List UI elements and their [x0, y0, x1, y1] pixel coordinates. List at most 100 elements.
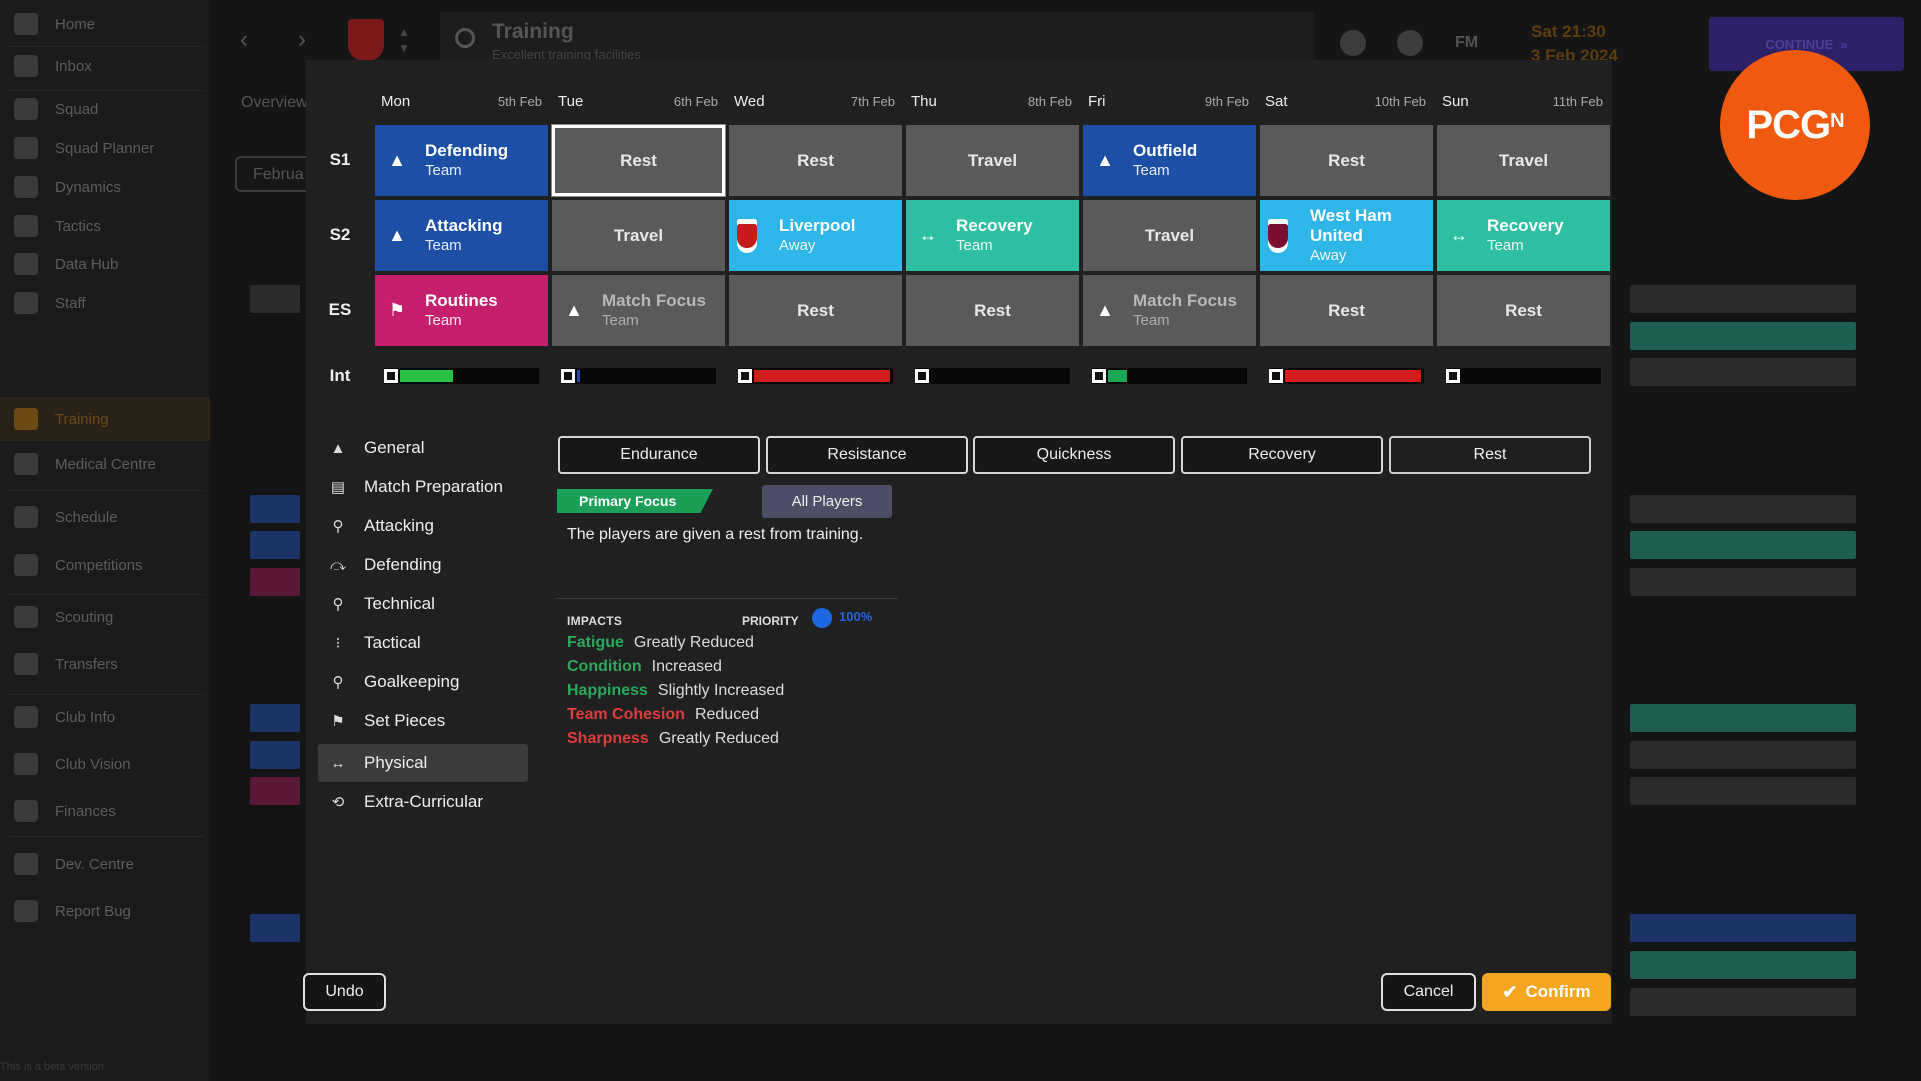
row-label-s2: S2 — [329, 225, 351, 244]
undo-button[interactable]: Undo — [303, 973, 386, 1011]
sidebar-item-scouting[interactable]: Scouting — [0, 595, 210, 639]
bg-block — [250, 495, 300, 523]
sidebar-item-competitions[interactable]: Competitions — [0, 543, 210, 587]
session-s2-mon[interactable]: ▲ Attacking Team — [375, 200, 548, 271]
cone-icon: ▲ — [330, 439, 346, 457]
impact-row: Condition Increased — [567, 658, 722, 675]
back-arrow-icon[interactable]: ‹ — [240, 26, 248, 54]
sidebar-item-inbox[interactable]: Inbox — [0, 44, 210, 88]
sidebar-item-training[interactable]: Training — [0, 397, 210, 441]
cone-icon: ▲ — [388, 150, 406, 170]
intensity-bar-wed — [738, 368, 893, 384]
session-s2-fri[interactable]: Travel — [1083, 200, 1256, 271]
sidebar-item-squad[interactable]: Squad — [0, 87, 210, 131]
bg-block — [1630, 495, 1856, 523]
cone-icon: ▲ — [565, 300, 583, 320]
day-header-mon: Mon 5th Feb — [381, 93, 542, 110]
session-es-thu[interactable]: Rest — [906, 275, 1079, 346]
session-s1-mon[interactable]: ▲ Defending Team — [375, 125, 548, 196]
session-s1-wed[interactable]: Rest — [729, 125, 902, 196]
session-es-fri[interactable]: ▲ Match Focus Team — [1083, 275, 1256, 346]
sidebar-item-staff[interactable]: Staff — [0, 281, 210, 325]
sidebar-item-dev-centre[interactable]: Dev. Centre — [0, 842, 210, 886]
recovery-icon: ↔ — [1450, 225, 1468, 245]
category-physical[interactable]: ↔ Physical — [318, 744, 528, 782]
session-es-sat[interactable]: Rest — [1260, 275, 1433, 346]
dev-centre-icon — [14, 853, 38, 875]
club-crest-icon[interactable] — [348, 19, 384, 61]
bg-block — [1630, 285, 1856, 313]
match-s2-wed[interactable]: Liverpool Away — [729, 200, 902, 271]
row-label-s1: S1 — [329, 150, 351, 169]
category-tactical[interactable]: ⁝ Tactical — [318, 624, 528, 662]
help-icon[interactable] — [1397, 30, 1423, 56]
session-es-tue[interactable]: ▲ Match Focus Team — [552, 275, 725, 346]
fm-training-screen: Home Inbox Squad Squad Planner Dynamics … — [0, 0, 1921, 1081]
category-goalkeeping[interactable]: ⚲ Goalkeeping — [318, 663, 528, 701]
session-resistance-button[interactable]: Resistance — [766, 436, 968, 474]
session-s1-fri[interactable]: ▲ Outfield Team — [1083, 125, 1256, 196]
forward-arrow-icon[interactable]: › — [298, 26, 306, 54]
sidebar-item-squad-planner[interactable]: Squad Planner — [0, 126, 210, 170]
session-recovery-button[interactable]: Recovery — [1181, 436, 1383, 474]
category-match-preparation[interactable]: ▤ Match Preparation — [318, 468, 528, 506]
session-s2-sun[interactable]: ↔ Recovery Team — [1437, 200, 1610, 271]
confirm-button[interactable]: ✔ Confirm — [1482, 973, 1611, 1011]
search-icon — [455, 28, 475, 48]
session-es-sun[interactable]: Rest — [1437, 275, 1610, 346]
dribble-icon: ⚲ — [332, 596, 344, 613]
sidebar-item-data-hub[interactable]: Data Hub — [0, 242, 210, 286]
sidebar-item-schedule[interactable]: Schedule — [0, 495, 210, 539]
impact-row: Sharpness Greatly Reduced — [567, 730, 779, 747]
category-technical[interactable]: ⚲ Technical — [318, 585, 528, 623]
session-s1-thu[interactable]: Travel — [906, 125, 1079, 196]
category-general[interactable]: ▲ General — [318, 429, 528, 467]
session-quickness-button[interactable]: Quickness — [973, 436, 1175, 474]
session-s1-sun[interactable]: Travel — [1437, 125, 1610, 196]
session-s1-sat[interactable]: Rest — [1260, 125, 1433, 196]
notifications-icon[interactable] — [1340, 30, 1366, 56]
fm-menu[interactable]: FM — [1455, 34, 1478, 52]
category-attacking[interactable]: ⚲ Attacking — [318, 507, 528, 545]
day-header-sat: Sat 10th Feb — [1265, 93, 1426, 110]
sidebar-item-dynamics[interactable]: Dynamics — [0, 165, 210, 209]
category-set-pieces[interactable]: ⚑ Set Pieces — [318, 702, 528, 740]
training-icon — [14, 408, 38, 430]
impact-row: Fatigue Greatly Reduced — [567, 634, 754, 651]
cancel-button[interactable]: Cancel — [1381, 973, 1476, 1011]
tactics-icon — [14, 215, 38, 237]
session-es-wed[interactable]: Rest — [729, 275, 902, 346]
impact-row: Team Cohesion Reduced — [567, 706, 759, 723]
recovery-icon: ↔ — [919, 225, 937, 245]
session-endurance-button[interactable]: Endurance — [558, 436, 760, 474]
session-rest-button[interactable]: Rest — [1389, 436, 1591, 474]
goalkeeper-icon: ⚲ — [332, 674, 344, 691]
bg-block — [250, 531, 300, 559]
month-button[interactable]: Februa — [235, 156, 315, 192]
sidebar-item-club-info[interactable]: Club Info — [0, 695, 210, 739]
sidebar-item-club-vision[interactable]: Club Vision — [0, 742, 210, 786]
row-label-int: Int — [329, 366, 351, 385]
sidebar-item-medical-centre[interactable]: Medical Centre — [0, 442, 210, 486]
tab-overview[interactable]: Overview — [241, 94, 308, 112]
sidebar-item-report-bug[interactable]: Report Bug — [0, 889, 210, 933]
row-label-es: ES — [328, 300, 352, 319]
up-down-icon[interactable]: ▲ ▼ — [398, 24, 410, 56]
priority-heading: PRIORITY — [742, 614, 799, 628]
all-players-button[interactable]: All Players — [762, 485, 892, 518]
category-defending[interactable]: ⤼ Defending — [318, 546, 528, 584]
sidebar-item-home[interactable]: Home — [0, 2, 210, 46]
sidebar-item-transfers[interactable]: Transfers — [0, 642, 210, 686]
sidebar: Home Inbox Squad Squad Planner Dynamics … — [0, 0, 210, 1081]
session-s2-tue[interactable]: Travel — [552, 200, 725, 271]
check-icon: ✔ — [1502, 981, 1518, 1002]
category-extra-curricular[interactable]: ⟲ Extra-Curricular — [318, 783, 528, 821]
session-s2-thu[interactable]: ↔ Recovery Team — [906, 200, 1079, 271]
tactics-icon: ⁝ — [335, 635, 341, 652]
match-s2-sat[interactable]: West Ham United Away — [1260, 200, 1433, 271]
bg-block — [1630, 322, 1856, 350]
session-es-mon[interactable]: ⚑ Routines Team — [375, 275, 548, 346]
intensity-bar-sun — [1446, 368, 1601, 384]
session-s1-tue[interactable]: Rest — [551, 124, 726, 197]
sidebar-item-finances[interactable]: Finances — [0, 789, 210, 833]
